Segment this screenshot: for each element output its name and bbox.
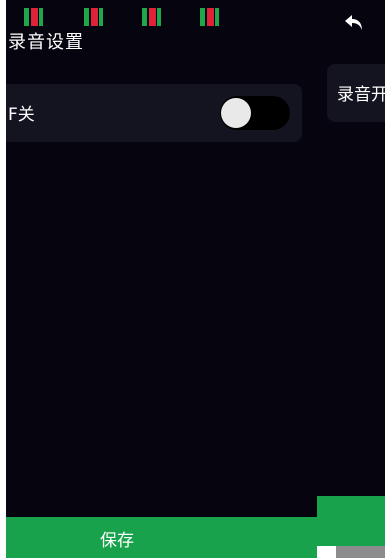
toggle-knob (221, 98, 251, 128)
page-title: 录音设置 (8, 32, 84, 53)
gray-strip (336, 546, 385, 558)
screen: 录音设置 F关 保存 录音开 (0, 0, 385, 558)
right-card-label: 录音开 (337, 85, 385, 105)
signal-icon (84, 8, 103, 26)
recording-toggle[interactable] (220, 96, 290, 130)
save-button[interactable]: 保存 (6, 517, 317, 558)
next-page-preview: 录音开 (317, 0, 385, 496)
recording-switch-label: F关 (8, 105, 35, 125)
save-button-label: 保存 (100, 531, 134, 551)
signal-icon (200, 8, 219, 26)
right-save-button[interactable] (317, 496, 385, 546)
back-arrow-icon[interactable] (343, 12, 365, 32)
right-switch-card: 录音开 (327, 64, 385, 122)
signal-icon (142, 8, 161, 26)
recording-settings-page: 录音设置 F关 (6, 0, 317, 520)
status-bar (6, 0, 317, 26)
signal-icon (24, 8, 43, 26)
